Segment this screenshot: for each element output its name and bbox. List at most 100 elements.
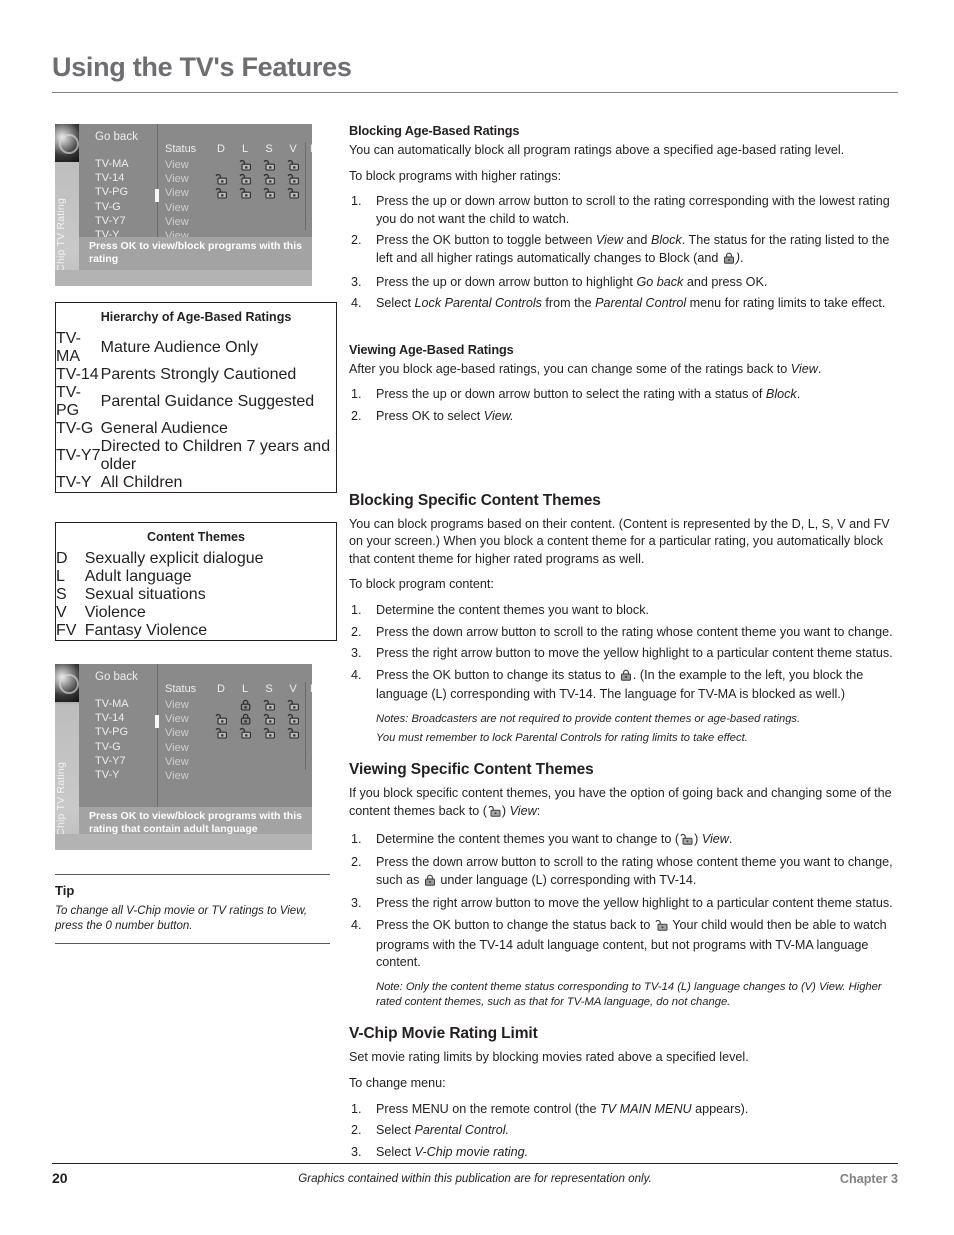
padlock-open-icon[interactable]	[281, 713, 305, 725]
table-cell-key: TV-G	[56, 420, 94, 437]
padlock-open-icon[interactable]	[257, 187, 281, 200]
osd-col-l: L	[241, 143, 249, 155]
osd-rating-label[interactable]: TV-Y	[95, 769, 129, 783]
osd-status-value[interactable]: View	[165, 742, 209, 754]
table-cell-key: TV-MA	[56, 330, 81, 365]
text-blocking-age-lead: To block programs with higher ratings:	[349, 168, 562, 183]
padlock-open-icon[interactable]	[209, 187, 233, 200]
step-item: Press the up or down arrow button to scr…	[351, 193, 890, 226]
table-cell-key: V	[56, 604, 67, 621]
padlock-open-icon	[680, 833, 693, 851]
step-item: Press the OK button to toggle between Vi…	[349, 232, 898, 269]
padlock-open-icon[interactable]	[281, 699, 305, 711]
left-column: V-Chip TV Rating Go back TV-MA TV-14 TV-…	[55, 124, 337, 944]
padlock-open-icon[interactable]	[257, 173, 281, 185]
footer-divider	[52, 1163, 898, 1164]
osd-footer-strip-2	[55, 834, 312, 850]
osd-status-grid-1: Status D L S V FV ViewViewViewViewViewVi…	[165, 140, 312, 243]
steps-blocking-themes: Determine the content themes you want to…	[349, 602, 898, 704]
table-cell-key: TV-Y7	[56, 447, 101, 464]
table-row: TV-MA Mature Audience Only	[56, 330, 336, 366]
osd-grid-row: View	[165, 712, 302, 726]
padlock-open-icon[interactable]	[257, 727, 281, 740]
osd-go-back-1[interactable]: Go back	[95, 131, 138, 143]
padlock-open-icon[interactable]	[257, 713, 281, 725]
padlock-open-icon[interactable]	[209, 713, 233, 725]
osd-rating-label[interactable]: TV-G	[95, 201, 129, 215]
osd-rating-label[interactable]: TV-Y7	[95, 215, 129, 229]
osd-rating-label[interactable]: TV-14	[95, 712, 129, 726]
padlock-open-icon[interactable]	[257, 699, 281, 711]
table-themes-title: Content Themes	[147, 530, 245, 544]
table-hierarchy-rows: TV-MA Mature Audience Only TV-14 Parents St…	[56, 330, 336, 492]
osd-col-v: V	[289, 143, 297, 155]
steps-viewing-themes: Determine the content themes you want to…	[349, 831, 898, 972]
padlock-open-icon[interactable]	[233, 727, 257, 740]
step-item: Press the down arrow button to scroll to…	[349, 854, 898, 891]
table-cell-value: General Audience	[100, 420, 228, 437]
tip-rule-bottom	[55, 943, 330, 944]
osd-status-value[interactable]: View	[165, 187, 209, 199]
osd-grid-row: View	[165, 698, 302, 712]
steps-viewing-age: Press the up or down arrow button to sel…	[349, 386, 898, 425]
table-row: TV-PG Parental Guidance Suggested	[56, 384, 336, 420]
padlock-open-icon[interactable]	[233, 173, 257, 185]
osd-status-value[interactable]: View	[165, 699, 209, 711]
osd-status-value[interactable]: View	[165, 173, 209, 185]
padlock-closed-icon[interactable]	[233, 699, 257, 711]
padlock-open-icon	[655, 919, 668, 937]
table-cell-value: All Children	[100, 474, 183, 491]
osd-col-d: D	[217, 683, 225, 695]
table-cell-value: Violence	[84, 604, 146, 621]
osd-rating-label[interactable]: TV-PG	[95, 186, 129, 200]
padlock-closed-icon[interactable]	[233, 713, 257, 725]
padlock-closed-icon	[723, 252, 735, 270]
padlock-open-icon[interactable]	[233, 159, 257, 171]
osd-status-value[interactable]: View	[165, 202, 209, 214]
text-blocking-age-intro: You can automatically block all program …	[349, 143, 845, 157]
header-divider	[52, 92, 898, 93]
table-cell-value: Parental Guidance Suggested	[100, 393, 315, 410]
padlock-open-icon[interactable]	[305, 216, 312, 228]
osd-status-value[interactable]: View	[165, 159, 209, 171]
osd-rating-label[interactable]: TV-PG	[95, 726, 129, 740]
osd-rating-label[interactable]: TV-G	[95, 741, 129, 755]
osd-rating-label[interactable]: TV-14	[95, 172, 129, 186]
osd-rating-label[interactable]: TV-MA	[95, 698, 129, 712]
padlock-open-icon[interactable]	[209, 173, 233, 185]
padlock-open-icon[interactable]	[281, 187, 305, 200]
osd-status-value[interactable]: View	[165, 727, 209, 739]
padlock-open-icon[interactable]	[257, 159, 281, 171]
padlock-open-icon[interactable]	[209, 727, 233, 740]
table-cell-key: TV-14	[56, 366, 99, 383]
step-item: Press the OK button to change its status…	[351, 667, 864, 702]
padlock-open-icon[interactable]	[233, 187, 257, 200]
table-row: TV-Y All Children	[56, 474, 336, 492]
osd-grid-header-1: Status D L S V FV	[165, 140, 312, 158]
table-row: D Sexually explicit dialogue	[56, 550, 336, 568]
right-column: Blocking Age-Based Ratings You can autom…	[349, 124, 898, 1169]
osd-status-value[interactable]: View	[165, 216, 209, 228]
step-item: Determine the content themes you want to…	[349, 831, 898, 851]
osd-status-value[interactable]: View	[165, 770, 209, 782]
osd-rating-list-1: TV-MA TV-14 TV-PG TV-G TV-Y7 TV-Y	[95, 158, 129, 243]
tip-title: Tip	[55, 883, 75, 898]
step-item: Press MENU on the remote control (the TV…	[351, 1101, 749, 1118]
padlock-open-icon[interactable]	[281, 727, 305, 740]
osd-rating-label[interactable]: TV-MA	[95, 158, 129, 172]
step-item: Select Parental Control.	[351, 1122, 510, 1139]
padlock-open-icon[interactable]	[281, 173, 305, 185]
table-hierarchy-body: TV-MA Mature Audience Only TV-14 Parents St…	[56, 330, 336, 492]
osd-grid-rows-1: ViewViewViewViewViewView	[165, 158, 312, 243]
osd-status-value[interactable]: View	[165, 713, 209, 725]
osd-go-back-2[interactable]: Go back	[95, 671, 138, 683]
padlock-open-icon[interactable]	[305, 756, 312, 768]
padlock-open-icon[interactable]	[281, 159, 305, 171]
osd-rating-label[interactable]: TV-Y7	[95, 755, 129, 769]
table-row: TV-Y7 Directed to Children 7 years and ol…	[56, 438, 336, 474]
osd-status-value[interactable]: View	[165, 756, 209, 768]
osd-grid-row: View	[165, 186, 302, 200]
